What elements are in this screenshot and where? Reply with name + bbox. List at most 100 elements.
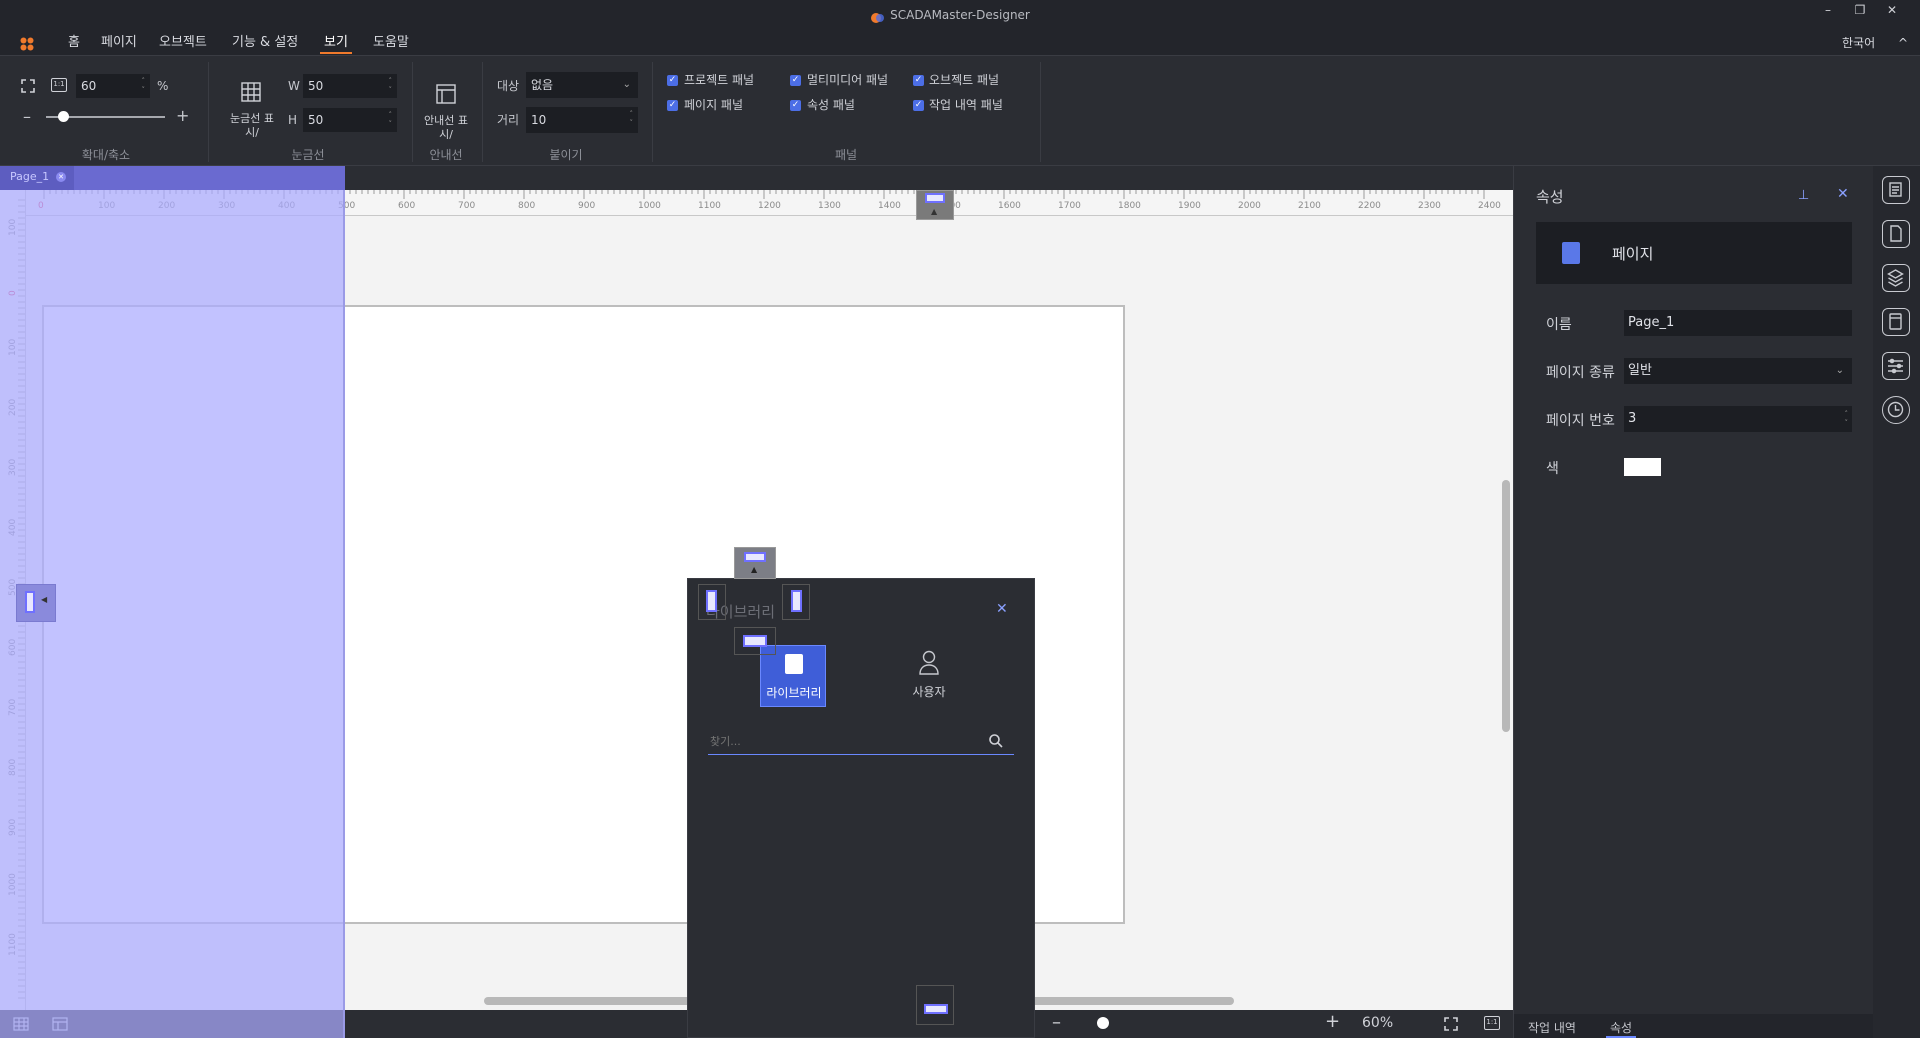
page-type-value: 일반 bbox=[1628, 363, 1652, 378]
object-panel-label[interactable]: 오브젝트 패널 bbox=[929, 72, 999, 88]
history-panel-checkbox[interactable]: ✓ bbox=[913, 100, 924, 111]
dock-guide-top[interactable]: ▲ bbox=[916, 190, 954, 220]
ribbon-separator bbox=[412, 62, 413, 162]
guide-toggle-label[interactable]: 안내선 표시/ bbox=[422, 114, 470, 142]
grid-height-spin-arrows[interactable]: ˄ ˅ bbox=[389, 111, 393, 129]
library-search-input[interactable] bbox=[708, 729, 1014, 755]
page-panel-icon[interactable] bbox=[1882, 220, 1910, 248]
properties-close-icon[interactable]: ✕ bbox=[1837, 186, 1849, 202]
chevron-down-icon: ⌄ bbox=[1835, 365, 1844, 376]
page-type-select[interactable]: 일반 ⌄ bbox=[1624, 358, 1852, 384]
grid-height-value: 50 bbox=[308, 113, 324, 127]
dialog-dock-guide-right[interactable] bbox=[782, 584, 810, 620]
menu-page[interactable]: 페이지 bbox=[101, 32, 137, 54]
history-panel-label[interactable]: 작업 내역 패널 bbox=[929, 97, 1003, 113]
status-fit-screen-icon[interactable] bbox=[1444, 1016, 1458, 1031]
vertical-scrollbar[interactable] bbox=[1502, 480, 1510, 732]
grid-width-value: 50 bbox=[308, 79, 324, 93]
arrow-up-icon: ▲ bbox=[751, 565, 758, 574]
history-clock-icon[interactable] bbox=[1882, 396, 1910, 424]
status-zoom-slider-handle[interactable] bbox=[1097, 1017, 1109, 1029]
menu-view[interactable]: 보기 bbox=[320, 32, 352, 54]
search-icon[interactable] bbox=[988, 733, 1004, 749]
grid-width-spin-arrows[interactable]: ˄ ˅ bbox=[389, 77, 393, 95]
book-icon bbox=[785, 654, 803, 674]
ruler-tick-label: 1200 bbox=[758, 201, 781, 211]
snap-distance-spin-arrows[interactable]: ˄ ˅ bbox=[630, 110, 634, 128]
menu-function-settings[interactable]: 기능 & 설정 bbox=[232, 32, 298, 54]
page-number-spin-arrows[interactable]: ˄ ˅ bbox=[1845, 410, 1849, 428]
status-actual-size-icon[interactable]: 1:1 bbox=[1484, 1016, 1500, 1030]
page-number-input[interactable]: 3 ˄ ˅ bbox=[1624, 406, 1852, 432]
ribbon-collapse-button[interactable]: ^ bbox=[1898, 32, 1908, 54]
properties-tab[interactable]: 속성 bbox=[1606, 1019, 1637, 1038]
zoom-out-button[interactable]: – bbox=[23, 107, 31, 127]
page-panel-checkbox[interactable]: ✓ bbox=[667, 100, 678, 111]
zoom-input[interactable]: 60 ˄ ˅ bbox=[76, 74, 150, 98]
color-swatch[interactable] bbox=[1624, 458, 1661, 476]
restore-button[interactable]: ❐ bbox=[1844, 0, 1876, 22]
library-close-icon[interactable]: ✕ bbox=[996, 601, 1008, 617]
name-label: 이름 bbox=[1546, 317, 1572, 333]
snap-target-select[interactable]: 없음 ⌄ bbox=[526, 72, 638, 98]
ruler-tick-label: 1300 bbox=[818, 201, 841, 211]
project-panel-checkbox[interactable]: ✓ bbox=[667, 75, 678, 86]
dialog-dock-guide-left[interactable] bbox=[698, 584, 726, 620]
status-zoom-out-button[interactable]: – bbox=[1052, 1012, 1061, 1033]
menu-home[interactable]: 홈 bbox=[68, 32, 80, 54]
fit-screen-icon[interactable] bbox=[21, 78, 35, 93]
arrow-up-icon: ▲ bbox=[931, 207, 938, 216]
color-label: 색 bbox=[1546, 461, 1559, 477]
object-type-header: 페이지 bbox=[1536, 222, 1852, 284]
property-panel-label[interactable]: 속성 패널 bbox=[807, 97, 855, 113]
multimedia-panel-icon[interactable] bbox=[1882, 308, 1910, 336]
dialog-dock-top-glyph bbox=[744, 552, 766, 562]
close-window-button[interactable]: ✕ bbox=[1876, 0, 1908, 22]
app-menu-icon[interactable] bbox=[20, 36, 34, 51]
menu-object[interactable]: 오브젝트 bbox=[159, 32, 207, 54]
actual-size-icon[interactable]: 1:1 bbox=[51, 78, 67, 92]
settings-sliders-icon[interactable] bbox=[1882, 352, 1910, 380]
page-tab[interactable]: Page_1 ✕ bbox=[0, 166, 74, 190]
dialog-dock-guide-top[interactable]: ▲ bbox=[734, 547, 776, 579]
status-zoom-in-button[interactable]: + bbox=[1325, 1011, 1340, 1032]
zoom-in-button[interactable]: + bbox=[176, 106, 189, 126]
zoom-slider-handle[interactable] bbox=[58, 111, 69, 122]
page-object-icon bbox=[1562, 242, 1580, 264]
project-panel-icon[interactable] bbox=[1882, 176, 1910, 204]
guide-toggle-icon[interactable] bbox=[436, 84, 456, 104]
grid-height-input[interactable]: 50 ˄ ˅ bbox=[303, 108, 397, 132]
minimize-button[interactable]: – bbox=[1812, 0, 1844, 22]
language-selector[interactable]: 한국어 bbox=[1842, 32, 1875, 54]
window-title: SCADAMaster-Designer bbox=[890, 8, 1030, 22]
panels-group-label: 패널 bbox=[834, 148, 858, 162]
pin-icon[interactable]: ⊥ bbox=[1798, 188, 1809, 203]
ruler-tick-label: 1900 bbox=[1178, 201, 1201, 211]
multimedia-panel-label[interactable]: 멀티미디어 패널 bbox=[807, 72, 888, 88]
close-tab-icon[interactable]: ✕ bbox=[56, 172, 66, 182]
page-number-value: 3 bbox=[1628, 411, 1637, 426]
ruler-tick-label: 2100 bbox=[1298, 201, 1321, 211]
ribbon-separator bbox=[652, 62, 653, 162]
grid-toggle-icon[interactable] bbox=[241, 82, 261, 102]
zoom-spin-arrows[interactable]: ˄ ˅ bbox=[142, 77, 146, 95]
dock-guide-left[interactable]: ◀ bbox=[16, 584, 56, 622]
layers-icon[interactable] bbox=[1882, 264, 1910, 292]
library-tab-user[interactable]: 사용자 bbox=[896, 645, 962, 707]
project-panel-label[interactable]: 프로젝트 패널 bbox=[684, 72, 754, 88]
dock-guide-bottom[interactable] bbox=[916, 985, 954, 1025]
grid-width-input[interactable]: 50 ˄ ˅ bbox=[303, 74, 397, 98]
right-icon-bar bbox=[1873, 166, 1920, 1038]
menu-help[interactable]: 도움말 bbox=[373, 32, 409, 54]
page-panel-label[interactable]: 페이지 패널 bbox=[684, 97, 743, 113]
multimedia-panel-checkbox[interactable]: ✓ bbox=[790, 75, 801, 86]
snap-distance-input[interactable]: 10 ˄ ˅ bbox=[526, 107, 638, 133]
properties-panel: 속성 ⊥ ✕ 페이지 이름 Page_1 페이지 종류 일반 ⌄ 페이지 번호 … bbox=[1513, 166, 1874, 1038]
dialog-dock-guide-center[interactable] bbox=[734, 627, 776, 655]
history-tab[interactable]: 작업 내역 bbox=[1528, 1019, 1576, 1036]
snap-target-value: 없음 bbox=[531, 78, 554, 92]
name-field[interactable]: Page_1 bbox=[1624, 310, 1852, 336]
object-panel-checkbox[interactable]: ✓ bbox=[913, 75, 924, 86]
property-panel-checkbox[interactable]: ✓ bbox=[790, 100, 801, 111]
grid-toggle-label[interactable]: 눈금선 표시/ bbox=[228, 112, 276, 140]
